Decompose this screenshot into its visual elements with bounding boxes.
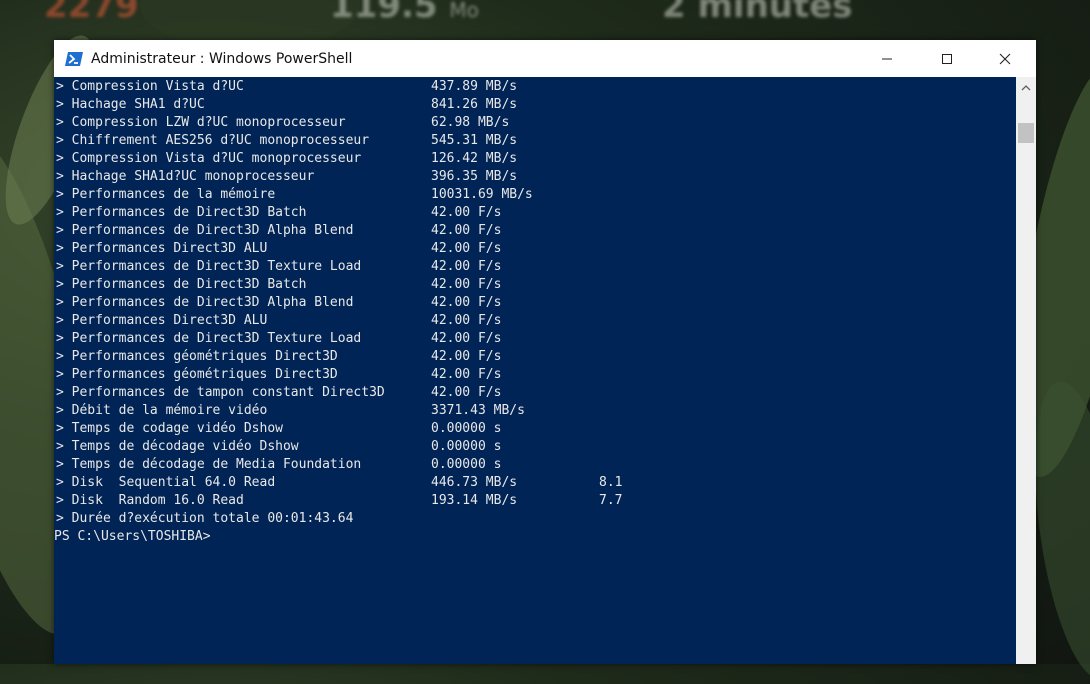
scroll-up-button[interactable]: [1016, 79, 1036, 97]
metric-name: > Disk Random 16.0 Read: [56, 493, 244, 508]
scroll-up-arrow-icon: [1021, 85, 1031, 91]
metric-value: 10031.69 MB/s: [431, 187, 533, 202]
metric-name: > Performances géométriques Direct3D: [56, 349, 338, 364]
metric-name: > Temps de décodage vidéo Dshow: [56, 439, 299, 454]
metric-score: 7.7: [599, 493, 623, 508]
metric-value: 0.00000 s: [431, 421, 502, 436]
metric-value: 42.00 F/s: [431, 223, 502, 238]
maximize-button[interactable]: [918, 40, 976, 77]
metric-name: > Débit de la mémoire vidéo: [56, 403, 268, 418]
metric-value: 42.00 F/s: [431, 367, 502, 382]
metric-value: 42.00 F/s: [431, 259, 502, 274]
metric-name: > Disk Sequential 64.0 Read: [56, 475, 276, 490]
scrollbar-thumb[interactable]: [1018, 123, 1034, 143]
metric-value: 42.00 F/s: [431, 277, 502, 292]
metric-value: 446.73 MB/s: [431, 475, 518, 490]
metric-value: 3371.43 MB/s: [431, 403, 525, 418]
minimize-button[interactable]: [858, 40, 916, 77]
maximize-icon: [942, 53, 952, 64]
bg-stat-2: 119.5 Mo: [330, 0, 479, 26]
close-icon: [999, 53, 1011, 64]
metric-value: 62.98 MB/s: [431, 115, 510, 130]
metric-name: > Compression LZW d?UC monoprocesseur: [56, 115, 346, 130]
console-output[interactable]: > Compression Vista d?UC 437.89 MB/s > Hac…: [54, 77, 1016, 664]
metric-value: 0.00000 s: [431, 457, 502, 472]
metric-name: > Performances de Direct3D Texture Load: [56, 331, 362, 346]
metric-value: 126.42 MB/s: [431, 151, 518, 166]
metric-score: 8.1: [599, 475, 623, 490]
metric-value: 545.31 MB/s: [431, 133, 518, 148]
metric-name: > Hachage SHA1d?UC monoprocesseur: [56, 169, 315, 184]
metric-name: > Performances Direct3D ALU: [56, 313, 268, 328]
bg-stat-3: 2 minutes: [662, 0, 853, 26]
metric-name: > Performances de Direct3D Batch: [56, 277, 307, 292]
metric-name: > Temps de codage vidéo Dshow: [56, 421, 283, 436]
metric-name: > Compression Vista d?UC: [56, 79, 244, 94]
metric-value: 841.26 MB/s: [431, 97, 518, 112]
close-button[interactable]: [976, 40, 1034, 77]
metric-name: > Performances géométriques Direct3D: [56, 367, 338, 382]
metric-name: > Performances de Direct3D Texture Load: [56, 259, 362, 274]
metric-name: > Compression Vista d?UC monoprocesseur: [56, 151, 362, 166]
background-stats: 2279 119.5 Mo 2 minutes: [0, 0, 1090, 26]
metric-name: > Performances de Direct3D Alpha Blend: [56, 223, 354, 238]
metric-value: 42.00 F/s: [431, 241, 502, 256]
powershell-window[interactable]: Administrateur : Windows PowerShell > Co…: [54, 40, 1036, 664]
metric-value: 42.00 F/s: [431, 313, 502, 328]
title-bar[interactable]: Administrateur : Windows PowerShell: [54, 40, 1036, 77]
metric-name: > Hachage SHA1 d?UC: [56, 97, 205, 112]
powershell-icon: [65, 51, 83, 66]
bg-stat-1: 2279: [44, 0, 139, 26]
metric-value: 42.00 F/s: [431, 385, 502, 400]
metric-value: 396.35 MB/s: [431, 169, 518, 184]
metric-name: > Performances de Direct3D Alpha Blend: [56, 295, 354, 310]
metric-value: 0.00000 s: [431, 439, 502, 454]
execution-time-line: > Durée d?exécution totale 00:01:43.64: [56, 511, 354, 526]
minimize-icon: [882, 58, 892, 59]
command-prompt[interactable]: PS C:\Users\TOSHIBA>: [54, 528, 211, 546]
metric-value: 42.00 F/s: [431, 295, 502, 310]
vertical-scrollbar[interactable]: [1016, 77, 1036, 664]
metric-value: 42.00 F/s: [431, 205, 502, 220]
metric-name: > Performances Direct3D ALU: [56, 241, 268, 256]
metric-value: 193.14 MB/s: [431, 493, 518, 508]
metric-name: > Performances de Direct3D Batch: [56, 205, 307, 220]
metric-value: 437.89 MB/s: [431, 79, 518, 94]
metric-name: > Chiffrement AES256 d?UC monoprocesseur: [56, 133, 370, 148]
metric-name: > Performances de la mémoire: [56, 187, 276, 202]
metric-value: 42.00 F/s: [431, 331, 502, 346]
metric-value: 42.00 F/s: [431, 349, 502, 364]
metric-name: > Temps de décodage de Media Foundation: [56, 457, 362, 472]
metric-name: > Performances de tampon constant Direct…: [56, 385, 385, 400]
window-title: Administrateur : Windows PowerShell: [91, 50, 353, 67]
